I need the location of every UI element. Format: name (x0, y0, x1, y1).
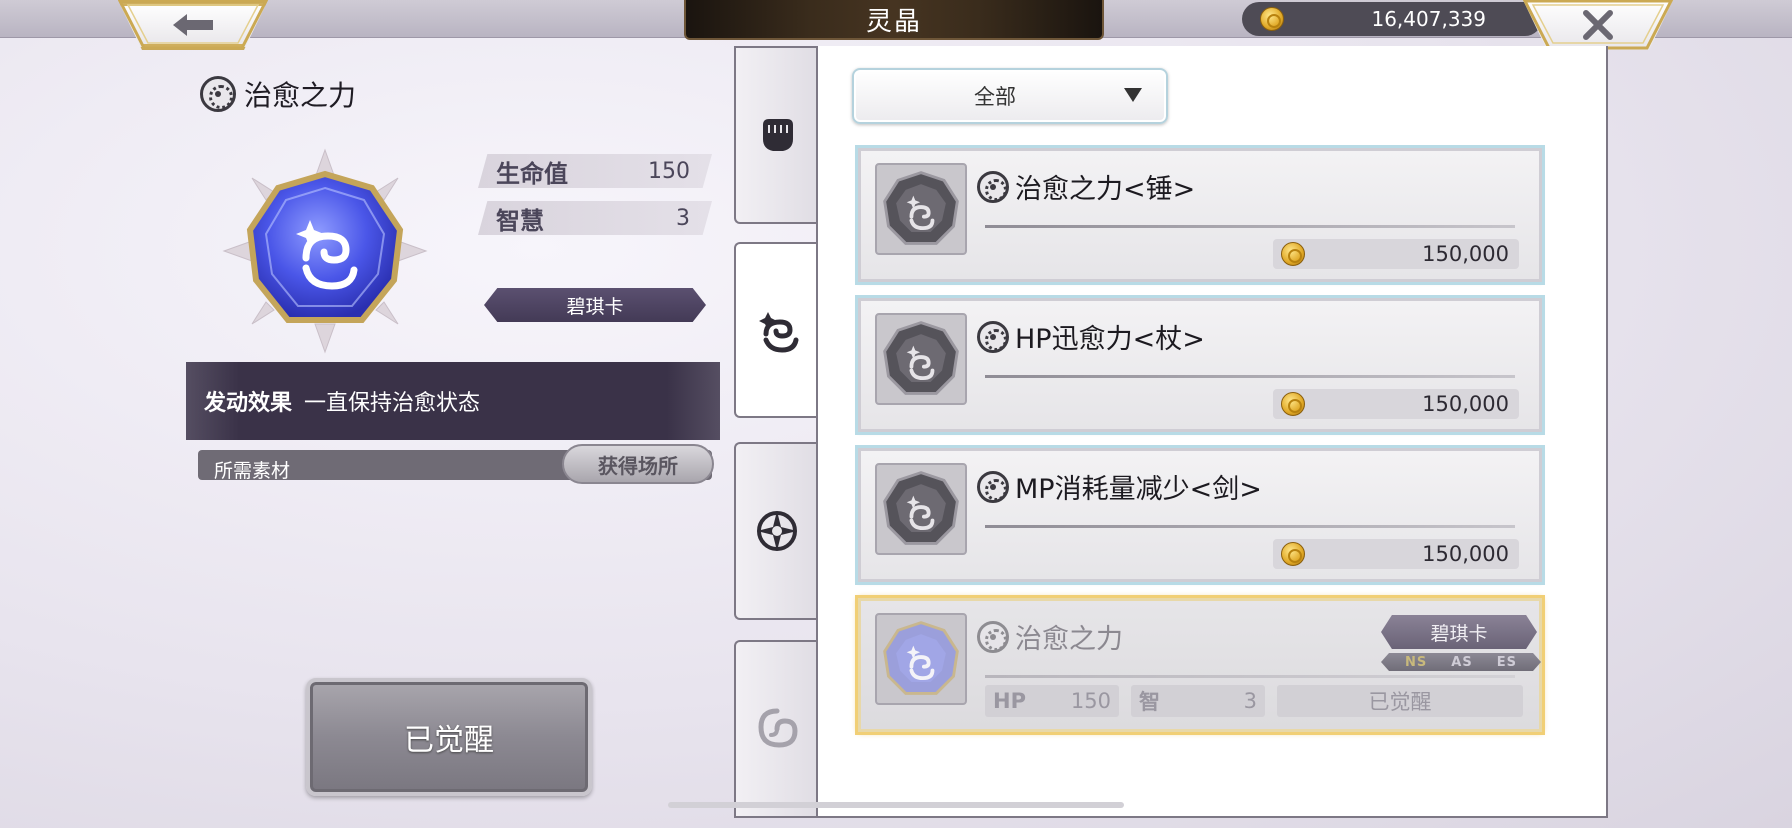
gray-crystal-icon (883, 171, 959, 245)
gold-counter: 16,407,339 (1242, 2, 1542, 36)
stat-hp-value: 150 (648, 158, 690, 184)
sparkle-swirl-icon (759, 312, 799, 353)
crystal-thumb (875, 463, 967, 555)
skill-wheel-icon (977, 170, 1009, 203)
skill-wheel-icon (977, 470, 1009, 503)
stat-hp: 生命值 150 (478, 154, 712, 188)
crystal-list-item[interactable]: MP消耗量减少<剑> 150,000 (858, 448, 1542, 582)
effect-text: 一直保持治愈状态 (304, 391, 481, 416)
compass-star-icon (757, 511, 797, 551)
crystal-list-item-selected[interactable]: 治愈之力 碧琪卡 NS AS ES HP 150 智 3 已觉醒 (858, 598, 1542, 732)
tab-healing[interactable] (734, 242, 820, 418)
crystal-name: 治愈之力<锤> (1015, 174, 1196, 205)
tab-vortex[interactable] (734, 640, 818, 818)
skill-wheel-icon (200, 76, 236, 112)
awakened-button[interactable]: 已觉醒 (306, 678, 592, 796)
skill-name: 治愈之力 (244, 79, 357, 112)
scroll-indicator (668, 802, 1124, 808)
crystal-price: 150,000 (1273, 539, 1519, 569)
blue-crystal-icon (883, 621, 959, 695)
filter-selected-value: 全部 (974, 85, 1016, 109)
card-type-label: 碧琪卡 (566, 295, 624, 318)
obtain-location-button[interactable]: 获得场所 (562, 444, 714, 484)
crystal-thumb (875, 163, 967, 255)
gray-crystal-icon (883, 471, 959, 545)
card-type-tag: 碧琪卡 (1381, 615, 1537, 649)
gray-crystal-icon (883, 321, 959, 395)
awakened-label: 已觉醒 (404, 723, 494, 758)
gold-coin-icon (1281, 242, 1305, 266)
hp-stat-value: 150 (1070, 689, 1111, 713)
int-stat-value: 3 (1243, 689, 1257, 713)
version-ns: NS (1405, 654, 1428, 670)
version-as: AS (1451, 654, 1473, 670)
stat-hp-label: 生命值 (496, 159, 568, 188)
screen-title-plate: 灵晶 (684, 0, 1104, 40)
gold-coin-icon (1281, 392, 1305, 416)
crystal-list-item[interactable]: HP迅愈力<杖> 150,000 (858, 298, 1542, 432)
screen-title: 灵晶 (865, 6, 922, 37)
gold-coin-icon (1281, 542, 1305, 566)
crystal-thumb (875, 313, 967, 405)
skill-wheel-icon (977, 320, 1009, 353)
tab-fist[interactable] (734, 46, 818, 224)
crystal-price-value: 150,000 (1422, 242, 1509, 266)
effect-label: 发动效果 (204, 391, 293, 416)
awakened-status: 已觉醒 (1277, 685, 1523, 717)
int-stat: 智 3 (1131, 685, 1265, 717)
fist-icon (763, 119, 793, 151)
crystal-price: 150,000 (1273, 389, 1519, 419)
crystal-title: HP迅愈力<杖> (977, 317, 1205, 356)
crystal-title: 治愈之力<锤> (977, 167, 1195, 206)
crystal-name: MP消耗量减少<剑> (1015, 474, 1262, 505)
crystal-name: HP迅愈力<杖> (1015, 324, 1205, 355)
divider (985, 675, 1515, 678)
tab-compass[interactable] (734, 442, 818, 620)
crystal-name: 治愈之力 (1015, 624, 1123, 655)
crystal-price-value: 150,000 (1422, 542, 1509, 566)
version-es: ES (1496, 654, 1517, 670)
crystal-gem-icon (222, 148, 428, 354)
awakened-status-text: 已觉醒 (1368, 690, 1432, 714)
close-button-frame (1523, 0, 1673, 50)
crystal-price: 150,000 (1273, 239, 1519, 269)
filter-dropdown[interactable]: 全部 (852, 68, 1168, 124)
back-button-frame (118, 0, 268, 50)
skill-title: 治愈之力 (200, 74, 356, 114)
gold-coin-icon (1260, 7, 1284, 31)
crystal-title: 治愈之力 (977, 617, 1123, 656)
obtain-location-label: 获得场所 (598, 453, 678, 478)
crystal-list-item[interactable]: 治愈之力<锤> 150,000 (858, 148, 1542, 282)
materials-label: 所需素材 (214, 459, 291, 482)
crystal-title: MP消耗量减少<剑> (977, 467, 1262, 506)
divider (985, 225, 1515, 228)
card-type-tag: 碧琪卡 (484, 288, 706, 322)
skill-wheel-icon (977, 620, 1009, 653)
crystal-price-value: 150,000 (1422, 392, 1509, 416)
selected-stats: HP 150 智 3 已觉醒 (985, 685, 1523, 717)
vortex-icon (758, 708, 798, 748)
effect-bar: 发动效果 一直保持治愈状态 (186, 362, 720, 440)
divider (985, 525, 1515, 528)
stat-wisdom: 智慧 3 (478, 201, 712, 235)
divider (985, 375, 1515, 378)
hp-stat-label: HP (993, 689, 1026, 713)
int-stat-label: 智 (1139, 690, 1160, 714)
version-strip: NS AS ES (1381, 653, 1541, 671)
hp-stat: HP 150 (985, 685, 1119, 717)
crystal-thumb (875, 613, 967, 705)
dropdown-arrow-icon (1124, 88, 1142, 102)
card-type-label: 碧琪卡 (1430, 622, 1488, 645)
gold-amount: 16,407,339 (1371, 7, 1486, 31)
stat-wisdom-value: 3 (676, 205, 690, 231)
stat-wisdom-label: 智慧 (496, 206, 544, 235)
category-tabs (734, 46, 820, 826)
